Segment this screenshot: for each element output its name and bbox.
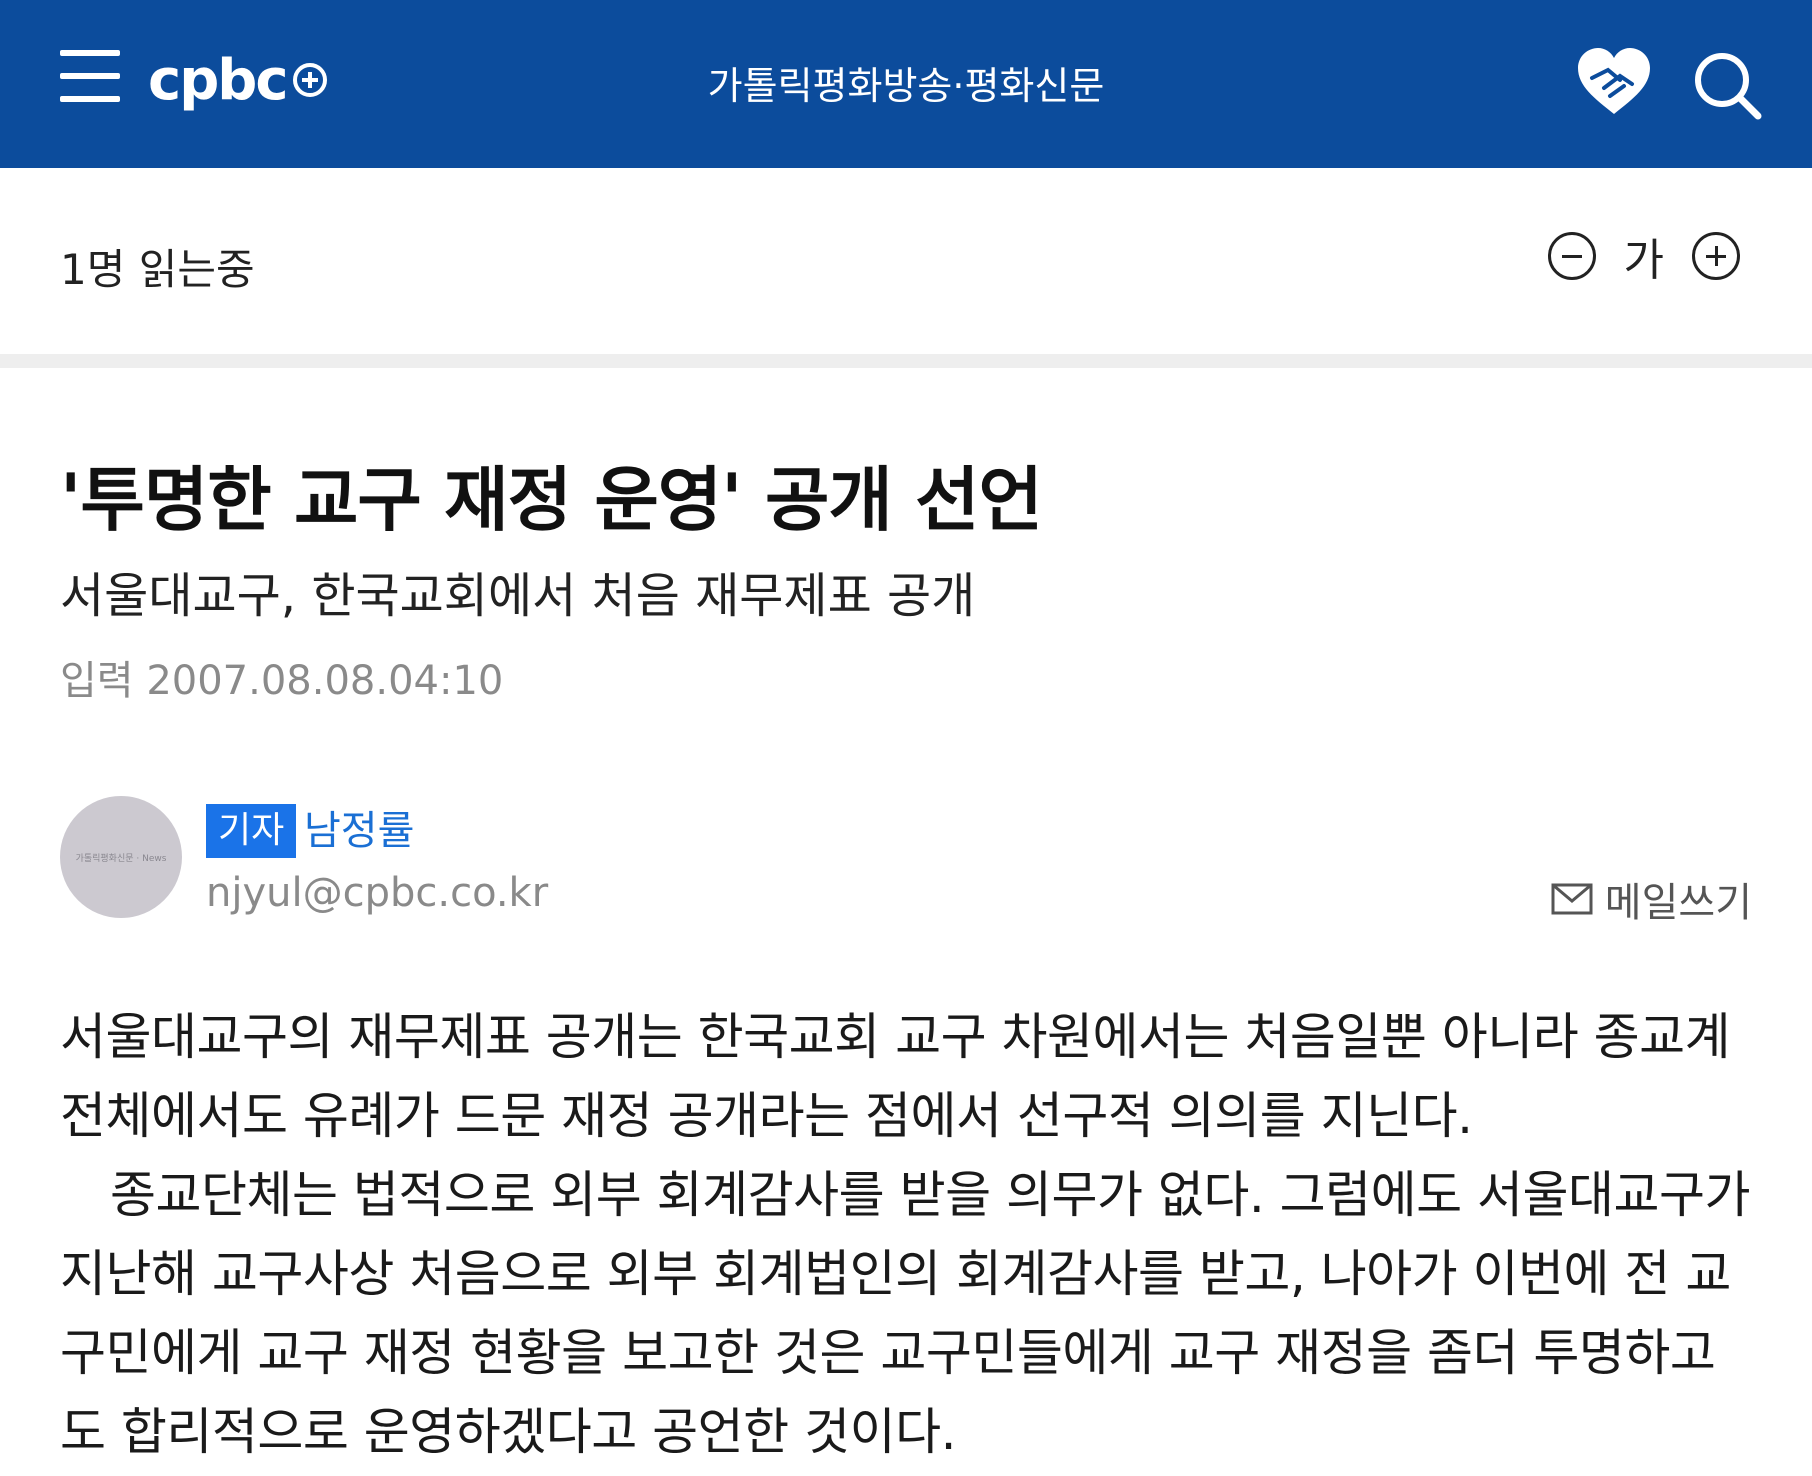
logo-text: cpbc xyxy=(148,47,289,113)
heart-hands-icon[interactable] xyxy=(1574,44,1654,124)
date-value: 2007.08.08.04:10 xyxy=(146,658,504,704)
avatar-text: 가톨릭평화신문 · News xyxy=(75,853,167,864)
font-decrease-icon[interactable] xyxy=(1547,232,1596,280)
top-header: cpbc 가톨릭평화방송·평화신문 xyxy=(0,0,1812,168)
site-name[interactable]: 가톨릭평화방송·평화신문 xyxy=(708,64,1105,108)
font-increase-icon[interactable] xyxy=(1692,232,1740,280)
article-headline: '투명한 교구 재정 운영' 공개 선언 xyxy=(60,459,1043,541)
write-mail-label: 메일쓰기 xyxy=(1604,880,1752,926)
date-label: 입력 xyxy=(60,658,134,704)
reporter-email: njyul@cpbc.co.kr xyxy=(206,870,549,916)
cross-icon xyxy=(292,63,327,97)
reading-bar: 1명 읽는중 가 xyxy=(0,168,1812,354)
font-size-controls: 가 xyxy=(1547,226,1740,286)
hamburger-icon[interactable] xyxy=(60,50,120,102)
reader-count: 1명 읽는중 xyxy=(60,245,255,294)
avatar: 가톨릭평화신문 · News xyxy=(60,796,182,918)
search-icon[interactable] xyxy=(1688,46,1768,126)
font-size-label: 가 xyxy=(1623,235,1664,286)
mail-icon xyxy=(1551,883,1593,915)
cpbc-logo[interactable]: cpbc xyxy=(148,40,327,120)
article-paragraph: 서울대교구의 재무제표 공개는 한국교회 교구 차원에서는 처음일뿐 아니라 종… xyxy=(60,1008,1731,1145)
reporter-role-badge: 기자 xyxy=(206,804,297,858)
write-mail-button[interactable]: 메일쓰기 xyxy=(1551,874,1752,926)
section-divider xyxy=(0,354,1812,368)
article-subheadline: 서울대교구, 한국교회에서 처음 재무제표 공개 xyxy=(60,568,976,624)
reporter-name[interactable]: 남정률 xyxy=(304,804,414,858)
publish-date: 입력 2007.08.08.04:10 xyxy=(60,648,503,706)
article-paragraph: 종교단체는 법적으로 외부 회계감사를 받을 의무가 없다. 그럼에도 서울대교… xyxy=(60,1166,1751,1461)
article-body: 서울대교구의 재무제표 공개는 한국교회 교구 차원에서는 처음일뿐 아니라 종… xyxy=(60,998,1760,1472)
